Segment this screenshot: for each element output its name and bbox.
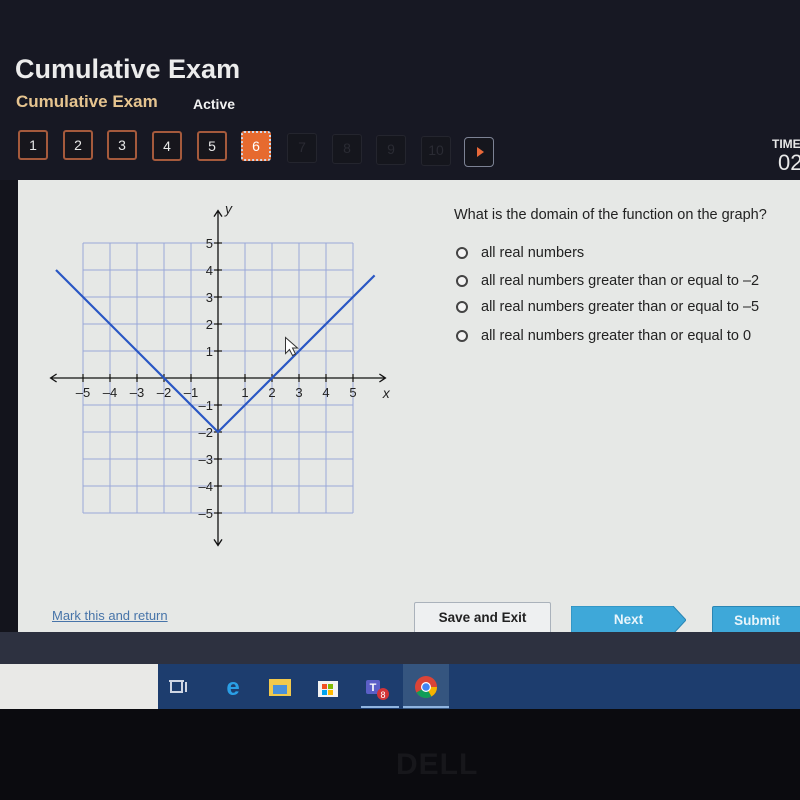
- y-tick-label: –3: [199, 452, 213, 467]
- teams-icon[interactable]: T 8: [361, 672, 391, 702]
- question-nav-9: 9: [376, 135, 406, 165]
- x-tick-label: –4: [103, 385, 117, 400]
- choice-label: all real numbers greater than or equal t…: [481, 299, 760, 315]
- app-title: Cumulative Exam: [15, 54, 241, 84]
- function-graph: –5 –4 –3 –2 –1 1 2 3 4 5 5 4 3 2 1 –1 –2 –3 –4 –5 x y: [49, 200, 391, 547]
- x-tick-label: –1: [184, 385, 198, 400]
- next-button[interactable]: Next: [571, 606, 686, 634]
- question-nav-10: 10: [421, 136, 451, 166]
- question-nav-label: 10: [428, 142, 444, 158]
- window-bottom-edge: [0, 632, 800, 664]
- svg-text:T: T: [370, 682, 377, 694]
- choice-gte-0[interactable]: all real numbers greater than or equal t…: [456, 326, 751, 346]
- y-tick-label: 3: [206, 290, 213, 305]
- svg-text:e: e: [226, 674, 239, 701]
- question-nav-label: 8: [343, 140, 351, 156]
- y-tick-label: –1: [199, 398, 213, 413]
- teams-active-indicator: [361, 706, 399, 708]
- radio-button[interactable]: [456, 330, 468, 342]
- file-explorer-icon[interactable]: [265, 672, 295, 702]
- question-nav-1[interactable]: 1: [18, 130, 48, 160]
- x-tick-label: 2: [268, 385, 275, 400]
- x-tick-label: 3: [295, 385, 302, 400]
- question-nav-8: 8: [332, 134, 362, 164]
- teams-badge-count: 8: [380, 690, 385, 700]
- chrome-icon[interactable]: [411, 672, 441, 702]
- question-nav-label: 5: [208, 138, 216, 154]
- question-nav-label: 1: [29, 137, 37, 153]
- timer-label: TIME: [772, 137, 800, 151]
- question-text: What is the domain of the function on th…: [454, 207, 767, 223]
- choice-gte-neg2[interactable]: all real numbers greater than or equal t…: [456, 271, 759, 291]
- next-label: Next: [613, 612, 644, 627]
- y-tick-label: –2: [199, 425, 213, 440]
- question-nav-7: 7: [287, 133, 317, 163]
- taskbar-search-area[interactable]: [0, 664, 158, 709]
- x-axis-label: x: [382, 385, 391, 401]
- x-tick-label: –3: [130, 385, 144, 400]
- choice-label: all real numbers greater than or equal t…: [481, 273, 760, 289]
- x-tick-label: –5: [76, 385, 90, 400]
- save-and-exit-button[interactable]: Save and Exit: [414, 602, 551, 634]
- y-tick-label: 4: [206, 263, 213, 278]
- x-tick-label: 5: [349, 385, 356, 400]
- question-nav-6-current[interactable]: 6: [241, 131, 271, 161]
- question-nav-2[interactable]: 2: [63, 130, 93, 160]
- dell-logo: DELL: [396, 748, 479, 781]
- y-tick-label: –4: [199, 479, 213, 494]
- mark-and-return-link[interactable]: Mark this and return: [52, 608, 168, 623]
- taskbar: e T 8: [0, 664, 800, 709]
- choice-label: all real numbers greater than or equal t…: [481, 328, 752, 344]
- next-questions-button[interactable]: [464, 137, 494, 167]
- y-tick-label: –5: [199, 506, 213, 521]
- radio-button[interactable]: [456, 301, 468, 313]
- exam-header: Cumulative Exam Cumulative Exam Active 1…: [0, 0, 800, 180]
- x-tick-label: 4: [322, 385, 329, 400]
- question-nav-label: 9: [387, 141, 395, 157]
- x-tick-label: 1: [241, 385, 248, 400]
- question-nav-5[interactable]: 5: [197, 131, 227, 161]
- question-nav-label: 6: [252, 138, 260, 154]
- exam-name: Cumulative Exam: [16, 92, 158, 111]
- radio-button[interactable]: [456, 275, 468, 287]
- y-tick-label: 2: [206, 317, 213, 332]
- timer-value: 02: [778, 150, 800, 175]
- radio-button[interactable]: [456, 247, 468, 259]
- y-tick-label: 1: [206, 344, 213, 359]
- exam-status: Active: [193, 96, 236, 112]
- choice-label: all real numbers: [481, 245, 585, 261]
- question-nav-label: 2: [74, 137, 82, 153]
- question-nav-label: 4: [163, 138, 171, 154]
- y-axis-label: y: [224, 200, 233, 216]
- question-nav-label: 3: [118, 137, 126, 153]
- task-view-icon[interactable]: [163, 672, 193, 702]
- edge-icon[interactable]: e: [218, 672, 248, 702]
- chrome-active-indicator: [403, 706, 449, 708]
- choice-gte-neg5[interactable]: all real numbers greater than or equal t…: [456, 297, 759, 317]
- monitor-bezel: DELL: [0, 709, 800, 800]
- store-icon[interactable]: [313, 672, 343, 702]
- question-panel: –5 –4 –3 –2 –1 1 2 3 4 5 5 4 3 2 1 –1 –2 –3 –4 –5 x y What is…: [18, 180, 800, 634]
- y-tick-label: 5: [206, 236, 213, 251]
- question-nav-label: 7: [298, 139, 306, 155]
- question-nav-4[interactable]: 4: [152, 131, 182, 161]
- question-nav-3[interactable]: 3: [107, 130, 137, 160]
- screen: Cumulative Exam Cumulative Exam Active 1…: [0, 0, 800, 800]
- choice-all-real-numbers[interactable]: all real numbers: [456, 243, 584, 263]
- play-triangle-icon: [477, 147, 484, 157]
- submit-button[interactable]: Submit: [712, 606, 800, 634]
- x-tick-label: –2: [157, 385, 171, 400]
